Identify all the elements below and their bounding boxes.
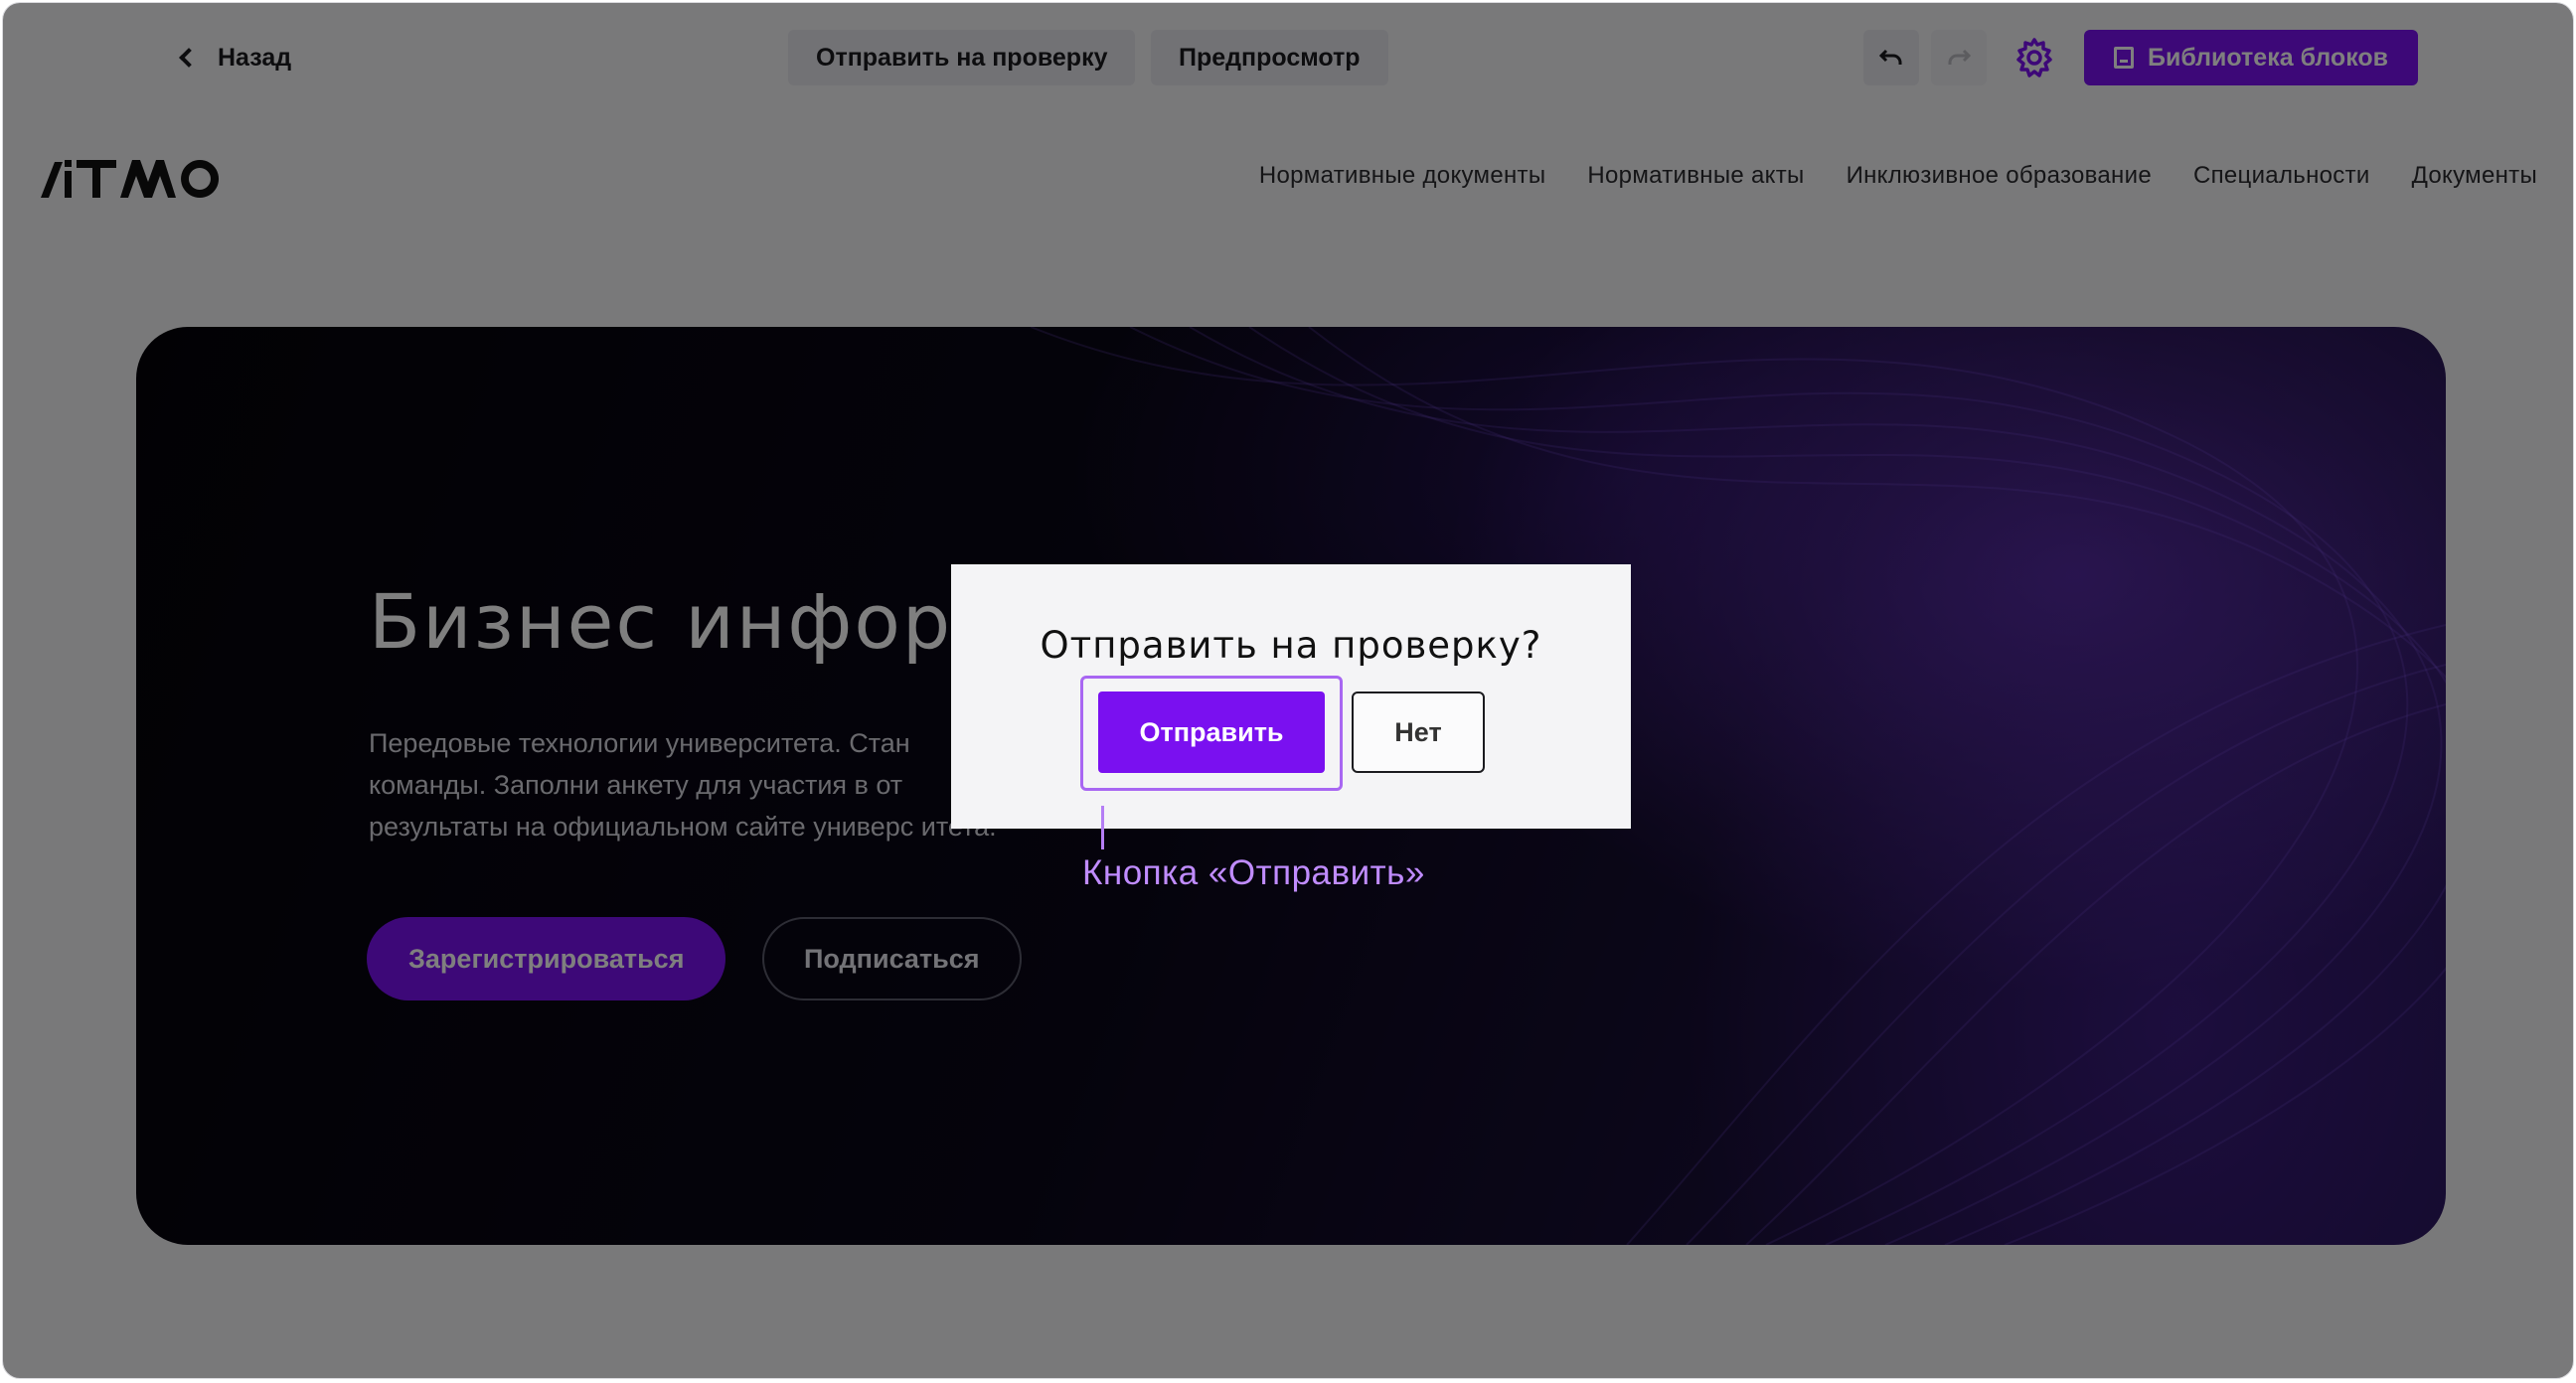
editor-window: Назад Отправить на проверку Предпросмотр bbox=[2, 2, 2574, 1379]
confirm-send-label: Отправить bbox=[1139, 716, 1284, 747]
annotation-pointer bbox=[1101, 806, 1104, 849]
cancel-button[interactable]: Нет bbox=[1352, 692, 1485, 773]
annotation-label: Кнопка «Отправить» bbox=[1082, 853, 1425, 892]
confirm-dialog: Отправить на проверку? Отправить Нет bbox=[951, 564, 1631, 829]
dialog-title: Отправить на проверку? bbox=[1040, 624, 1542, 667]
confirm-send-button[interactable]: Отправить bbox=[1098, 692, 1325, 773]
cancel-label: Нет bbox=[1394, 716, 1442, 747]
